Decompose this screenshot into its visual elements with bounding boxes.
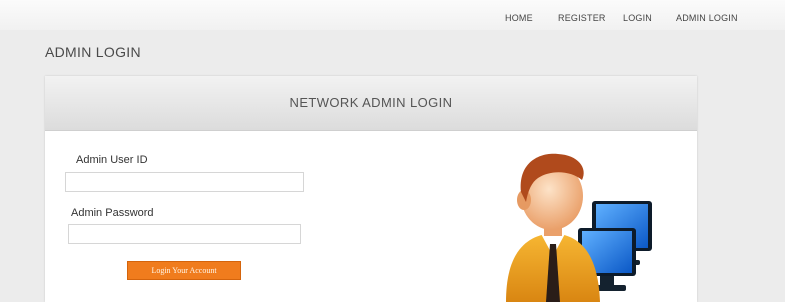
login-button[interactable]: Login Your Account <box>127 261 241 280</box>
login-panel: NETWORK ADMIN LOGIN Admin User ID Admin … <box>45 76 697 302</box>
admin-network-icon <box>506 153 652 302</box>
main-nav: HOME REGISTER LOGIN ADMIN LOGIN <box>0 13 785 29</box>
password-input[interactable] <box>68 224 301 244</box>
user-id-label: Admin User ID <box>76 154 148 166</box>
page-title: ADMIN LOGIN <box>45 44 141 60</box>
user-id-input[interactable] <box>65 172 304 192</box>
nav-home-link[interactable]: HOME <box>505 13 533 23</box>
top-navbar: HOME REGISTER LOGIN ADMIN LOGIN <box>0 0 785 30</box>
panel-title: NETWORK ADMIN LOGIN <box>45 76 697 131</box>
password-label: Admin Password <box>71 207 154 219</box>
nav-register-link[interactable]: REGISTER <box>558 13 606 23</box>
nav-login-link[interactable]: LOGIN <box>623 13 652 23</box>
nav-admin-login-link[interactable]: ADMIN LOGIN <box>676 13 738 23</box>
